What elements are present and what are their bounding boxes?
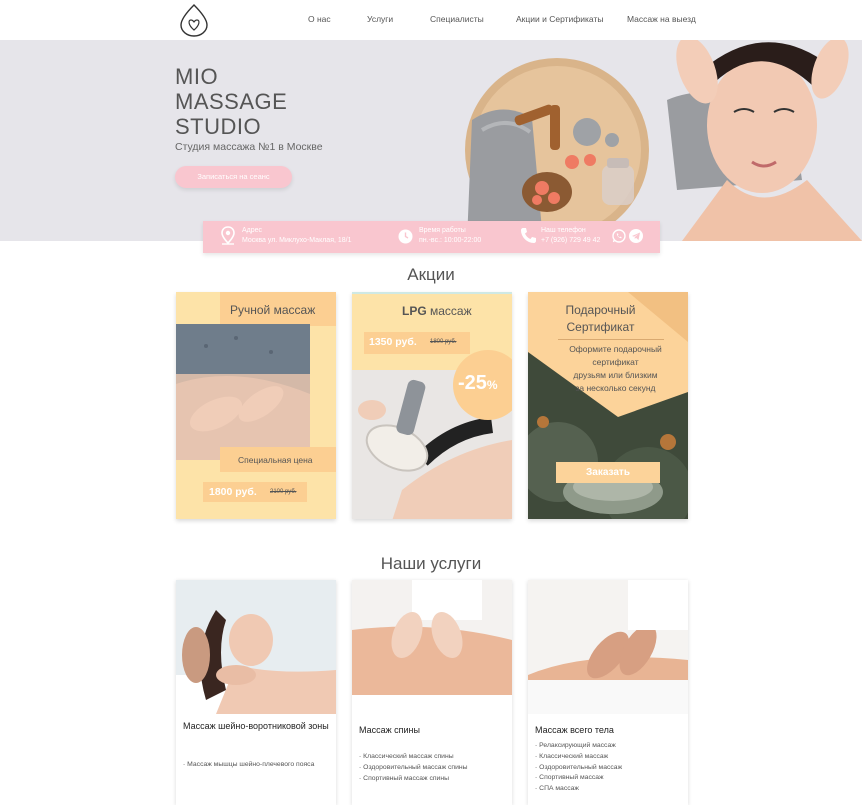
address-label: Адрес <box>242 227 263 234</box>
hero-title-line: MIO <box>175 64 219 89</box>
promo-manual-price: 1800 руб. <box>209 486 257 498</box>
service-back-list: Классический массаж спины Оздоровительны… <box>359 752 468 785</box>
service-card-neck[interactable]: Массаж шейно-воротниковой зоны Массаж мы… <box>176 580 336 805</box>
gift-title-line: Сертификат <box>566 320 635 334</box>
promos-heading: Акции <box>407 265 455 284</box>
service-body-list: Релаксирующий массаж Классический массаж… <box>535 741 622 795</box>
promo-lpg-price: 1350 руб. <box>369 336 417 348</box>
hero-title-line: MASSAGE <box>175 89 288 114</box>
site-header: О нас Услуги Специалисты Акции и Сертифи… <box>0 0 862 40</box>
promo-lpg-title: LPG массаж <box>402 304 472 318</box>
gift-text-line: сертификат <box>592 357 639 367</box>
nav-about[interactable]: О нас <box>308 14 331 24</box>
hero-title: MIO MASSAGE STUDIO <box>175 64 287 139</box>
nav-outcall[interactable]: Массаж на выезд <box>627 14 696 24</box>
hours-block: Время работы пн.-вс.: 10:00-22:00 <box>419 226 481 246</box>
nav-specialists[interactable]: Специалисты <box>430 14 484 24</box>
service-body-photo <box>528 580 688 714</box>
promo-manual-tag: Специальная цена <box>238 455 313 465</box>
promo-lpg-title-rest: массаж <box>426 304 472 318</box>
service-neck-list: Массаж мышцы шейно-плечевого пояса <box>183 760 323 771</box>
service-card-back[interactable]: Массаж спины Классический массаж спины О… <box>352 580 512 805</box>
service-card-body[interactable]: Массаж всего тела Релаксирующий массаж К… <box>528 580 688 805</box>
promo-manual-title: Ручной массаж <box>230 303 316 317</box>
service-back-photo <box>352 580 512 714</box>
hero-subtitle: Студия массажа №1 в Москве <box>175 141 323 153</box>
phone-block: Наш телефон +7 (926) 729 49 42 <box>541 226 600 246</box>
book-session-button[interactable]: Записаться на сеанс <box>175 166 292 188</box>
promo-card-lpg[interactable]: LPG массаж 1350 руб. 1800 руб. -25% <box>352 292 512 519</box>
list-item: Спортивный массаж <box>535 773 622 784</box>
address-block: Адрес Москва ул. Миклухо-Маклая, 18/1 <box>242 226 352 246</box>
address-value: Москва ул. Миклухо-Маклая, 18/1 <box>242 237 352 244</box>
clock-icon <box>398 229 413 244</box>
phone-label: Наш телефон <box>541 227 586 234</box>
divider <box>558 339 664 340</box>
whatsapp-icon[interactable] <box>612 229 626 243</box>
discount-percent: % <box>486 378 498 392</box>
promo-gift-title: Подарочный Сертификат <box>548 302 653 336</box>
order-certificate-button[interactable]: Заказать <box>556 462 660 483</box>
services-heading: Наши услуги <box>380 554 482 573</box>
list-item: Классический массаж <box>535 752 622 763</box>
hours-label: Время работы <box>419 227 466 234</box>
list-item: Оздоровительный массаж <box>535 763 622 774</box>
hero-banner: MIO MASSAGE STUDIO Студия массажа №1 в М… <box>0 40 862 241</box>
gift-text-line: Оформите подарочный <box>569 344 662 354</box>
promo-lpg-title-bold: LPG <box>402 304 427 318</box>
nav-services[interactable]: Услуги <box>367 14 393 24</box>
promo-manual-photo <box>176 324 310 460</box>
telegram-icon[interactable] <box>629 229 643 243</box>
lotus-heart-icon[interactable] <box>179 3 209 37</box>
gift-text-line: за несколько секунд <box>575 383 656 393</box>
discount-value: -25 <box>458 372 487 394</box>
phone-icon <box>521 228 536 243</box>
gift-title-line: Подарочный <box>565 303 636 317</box>
list-item: Оздоровительный массаж спины <box>359 763 467 774</box>
service-back-title: Массаж спины <box>359 725 420 735</box>
hours-value: пн.-вс.: 10:00-22:00 <box>419 237 482 244</box>
discount-badge: -25% <box>458 372 498 395</box>
nav-promos[interactable]: Акции и Сертификаты <box>516 14 603 24</box>
service-neck-title: Массаж шейно-воротниковой зоны <box>183 721 329 731</box>
phone-value[interactable]: +7 (926) 729 49 42 <box>541 236 600 246</box>
list-item: Релаксирующий массаж <box>535 741 622 752</box>
promo-manual-old-price: 2100 руб. <box>270 489 297 495</box>
gift-text-line: друзьям или близким <box>573 370 658 380</box>
promo-card-manual[interactable]: Ручной массаж Специальная цена 1800 руб.… <box>176 292 336 519</box>
list-item: Массаж мышцы шейно-плечевого пояса <box>183 760 323 771</box>
list-item: Классический массаж спины <box>359 752 468 763</box>
hero-title-line: STUDIO <box>175 114 262 139</box>
service-neck-photo <box>176 580 336 714</box>
hero-image <box>465 40 862 241</box>
map-pin-icon <box>221 226 235 245</box>
list-item: СПА массаж <box>535 784 622 795</box>
promo-gift-text: Оформите подарочный сертификат друзьям и… <box>553 343 678 395</box>
list-item: Спортивный массаж спины <box>359 774 468 785</box>
service-body-title: Массаж всего тела <box>535 725 614 735</box>
promo-lpg-old-price: 1800 руб. <box>430 339 457 345</box>
promo-card-gift[interactable]: Подарочный Сертификат Оформите подарочны… <box>528 292 688 519</box>
contact-info-bar: Адрес Москва ул. Миклухо-Маклая, 18/1 Вр… <box>203 221 660 253</box>
